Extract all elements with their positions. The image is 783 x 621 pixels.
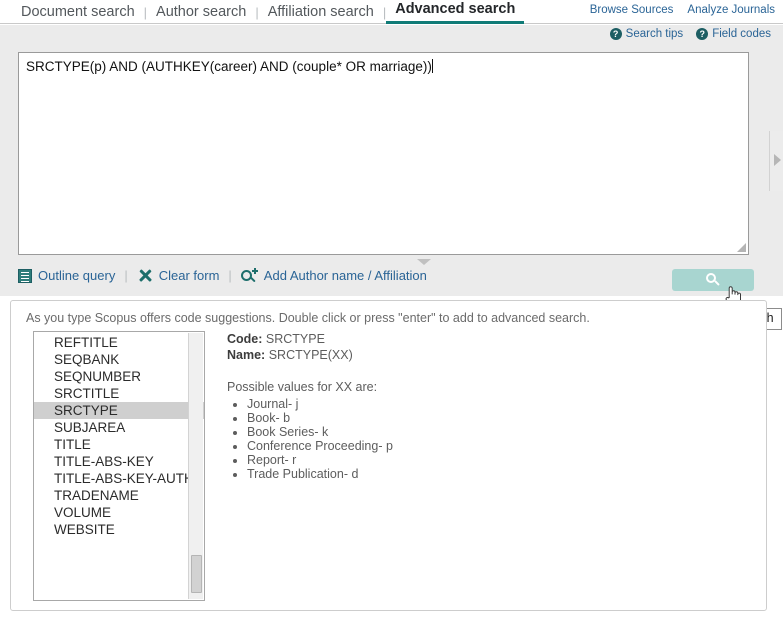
list-item[interactable]: TITLE-ABS-KEY-AUTH (34, 470, 204, 487)
suggestion-hint-text: As you type Scopus offers code suggestio… (26, 311, 590, 325)
field-code-list[interactable]: REFTITLE SEQBANK SEQNUMBER SRCTITLE SRCT… (33, 331, 205, 601)
magnifier-icon (705, 272, 721, 288)
detail-code-row: Code: SRCTYPE (227, 331, 747, 347)
possible-value-item: Journal- j (247, 397, 747, 411)
browse-sources-link[interactable]: Browse Sources (590, 4, 674, 16)
query-text-content: SRCTYPE(p) AND (AUTHKEY(career) AND (cou… (26, 59, 433, 75)
field-codes-label: Field codes (712, 28, 771, 40)
list-item[interactable]: VOLUME (34, 504, 204, 521)
analyze-journals-link[interactable]: Analyze Journals (687, 4, 775, 16)
question-mark-icon: ? (696, 28, 709, 40)
expand-right-panel-button[interactable] (769, 131, 783, 191)
advanced-search-page: Document search | Author search | Affili… (0, 0, 783, 621)
query-tool-group: Outline query | Clear form | Add Author … (18, 268, 427, 283)
detail-code-label: Code: (227, 332, 263, 346)
list-item[interactable]: WEBSITE (34, 521, 204, 538)
possible-value-item: Book Series- k (247, 425, 747, 439)
list-item[interactable]: TITLE (34, 436, 204, 453)
code-detail-panel: Code: SRCTYPE Name: SRCTYPE(XX) Possible… (227, 331, 747, 481)
tab-document-search[interactable]: Document search (12, 4, 144, 24)
magnifier-plus-icon (240, 268, 258, 283)
query-value: SRCTYPE(p) AND (AUTHKEY(career) AND (cou… (26, 59, 432, 74)
outline-query-button[interactable]: Outline query (18, 268, 115, 283)
question-mark-icon: ? (609, 28, 622, 40)
scrollbar-thumb[interactable] (191, 555, 202, 593)
toolbar-separator: | (228, 268, 232, 283)
list-item[interactable]: SUBJAREA (34, 419, 204, 436)
field-code-list-items: REFTITLE SEQBANK SEQNUMBER SRCTITLE SRCT… (34, 332, 204, 538)
possible-values-title: Possible values for XX are: (227, 380, 378, 394)
tab-advanced-search[interactable]: Advanced search (386, 1, 525, 24)
textarea-resize-handle[interactable] (736, 242, 747, 253)
list-item[interactable]: SEQNUMBER (34, 368, 204, 385)
query-textarea[interactable]: SRCTYPE(p) AND (AUTHKEY(career) AND (cou… (18, 52, 749, 255)
possible-values-list: Journal- j Book- b Book Series- k Confer… (227, 397, 747, 481)
list-item[interactable]: TRADENAME (34, 487, 204, 504)
list-item[interactable]: REFTITLE (34, 334, 204, 351)
outline-query-label: Outline query (38, 268, 116, 283)
close-x-icon (137, 268, 153, 283)
clear-form-button[interactable]: Clear form (137, 268, 220, 283)
detail-name-row: Name: SRCTYPE(XX) (227, 347, 747, 363)
search-tabs: Document search | Author search | Affili… (12, 0, 525, 24)
code-suggestion-panel: As you type Scopus offers code suggestio… (10, 300, 767, 611)
top-utility-links: Browse Sources Analyze Journals (590, 4, 775, 16)
field-code-list-scrollbar[interactable] (188, 333, 203, 599)
help-bar: ? Search tips ? Field codes (0, 25, 783, 47)
add-author-affiliation-button[interactable]: Add Author name / Affiliation (240, 268, 427, 283)
list-item[interactable]: SEQBANK (34, 351, 204, 368)
help-links: ? Search tips ? Field codes (609, 28, 771, 40)
add-author-label: Add Author name / Affiliation (263, 268, 427, 283)
outline-list-icon (18, 268, 32, 283)
search-tips-link[interactable]: ? Search tips (609, 28, 684, 40)
list-item[interactable]: SRCTITLE (34, 385, 204, 402)
field-codes-link[interactable]: ? Field codes (696, 28, 771, 40)
query-toolbar: Outline query | Clear form | Add Author … (0, 265, 783, 296)
list-item-selected[interactable]: SRCTYPE (34, 402, 204, 419)
possible-value-item: Book- b (247, 411, 747, 425)
text-caret (431, 59, 433, 73)
detail-name-label: Name: (227, 348, 266, 362)
query-zone: SRCTYPE(p) AND (AUTHKEY(career) AND (cou… (0, 47, 783, 296)
tab-affiliation-search[interactable]: Affiliation search (259, 4, 383, 24)
clear-form-label: Clear form (158, 268, 220, 283)
possible-value-item: Conference Proceeding- p (247, 439, 747, 453)
detail-name-value: SRCTYPE(XX) (268, 348, 353, 362)
possible-value-item: Report- r (247, 453, 747, 467)
search-tips-label: Search tips (625, 28, 684, 40)
tab-author-search[interactable]: Author search (147, 4, 255, 24)
top-tab-bar: Document search | Author search | Affili… (0, 0, 783, 24)
possible-value-item: Trade Publication- d (247, 467, 747, 481)
toolbar-separator: | (124, 268, 128, 283)
list-item[interactable]: TITLE-ABS-KEY (34, 453, 204, 470)
detail-code-value: SRCTYPE (265, 332, 325, 346)
